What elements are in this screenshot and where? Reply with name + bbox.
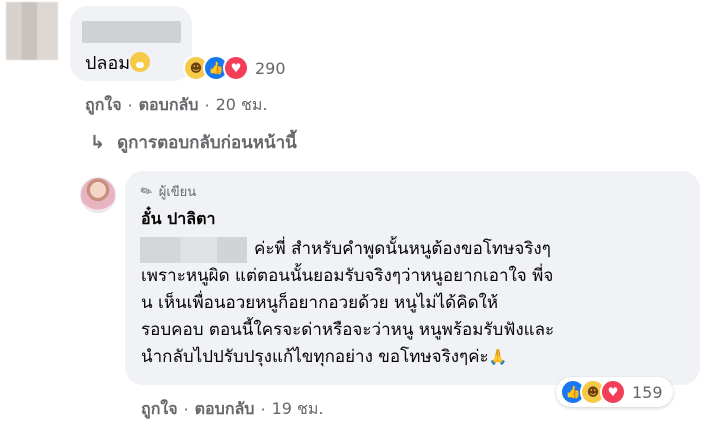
timestamp[interactable]: 20 ชม. [216, 93, 268, 118]
commenter-name-blurred[interactable] [82, 21, 181, 43]
reply-line: รอบคอบ ตอนนี้ใครจะด่าหรือจะว่าหนู หนูพร้… [141, 320, 555, 340]
reaction-count: 159 [632, 382, 663, 402]
commenter-avatar-blurred[interactable] [6, 2, 58, 60]
reply-text: ค่ะพี่ สำหรับคำพูดนั้นหนูต้องขอโทษจริงๆ … [141, 236, 661, 371]
reply-line: เพราะหนูผิด แต่ตอนนั้นยอมรับจริงๆว่าหนูอ… [141, 266, 554, 286]
reply-button[interactable]: ตอบกลับ [139, 93, 199, 118]
comment-text-body: ปลอม [85, 53, 131, 74]
crying-face-icon [130, 52, 151, 72]
reply-button[interactable]: ตอบกลับ [195, 397, 255, 422]
reaction-count: 290 [255, 58, 286, 78]
author-avatar[interactable] [80, 177, 116, 213]
reply-line-text: นำกลับไปปรับปรุงแก้ไขทุกอย่าง ขอโทษจริงๆ… [141, 347, 489, 367]
reply-line: นำกลับไปปรับปรุงแก้ไขทุกอย่าง ขอโทษจริงๆ… [141, 344, 661, 371]
pen-icon: ✎ [137, 181, 156, 202]
separator: · [204, 96, 210, 115]
timestamp[interactable]: 19 ชม. [272, 397, 324, 422]
author-badge-label: ผู้เขียน [158, 185, 197, 200]
reply-line: ค่ะพี่ สำหรับคำพูดนั้นหนูต้องขอโทษจริงๆ [254, 239, 551, 259]
like-button[interactable]: ถูกใจ [85, 93, 122, 118]
love-reaction-icon: ♥ [223, 55, 249, 81]
reaction-summary[interactable]: 👍 ☻ ♥ 159 [556, 377, 673, 407]
love-reaction-icon: ♥ [600, 379, 626, 405]
comment-actions: ถูกใจ · ตอบกลับ · 20 ชม. [85, 93, 268, 118]
separator: · [127, 96, 133, 115]
author-badge: ✎ ผู้เขียน [137, 181, 197, 202]
reply-arrow-icon: ↳ [90, 132, 106, 153]
view-previous-label: ดูการตอบกลับก่อนหน้านี้ [117, 133, 297, 153]
comment-text: ปลอม [85, 52, 151, 75]
folded-hands-icon: 🙏 [488, 348, 508, 366]
reply-line: น เห็นเพื่อนอวยหนูก็อยากอวยด้วย หนูไม่ได… [141, 293, 499, 313]
reply-actions: ถูกใจ · ตอบกลับ · 19 ชม. [141, 397, 324, 422]
view-previous-replies[interactable]: ↳ ดูการตอบกลับก่อนหน้านี้ [90, 129, 297, 156]
separator: · [183, 400, 189, 419]
like-button[interactable]: ถูกใจ [141, 397, 178, 422]
separator: · [260, 400, 266, 419]
reaction-summary[interactable]: ☻ 👍 ♥ 290 [183, 55, 286, 81]
author-name[interactable]: อั๋น ปาลิตา [141, 207, 215, 232]
